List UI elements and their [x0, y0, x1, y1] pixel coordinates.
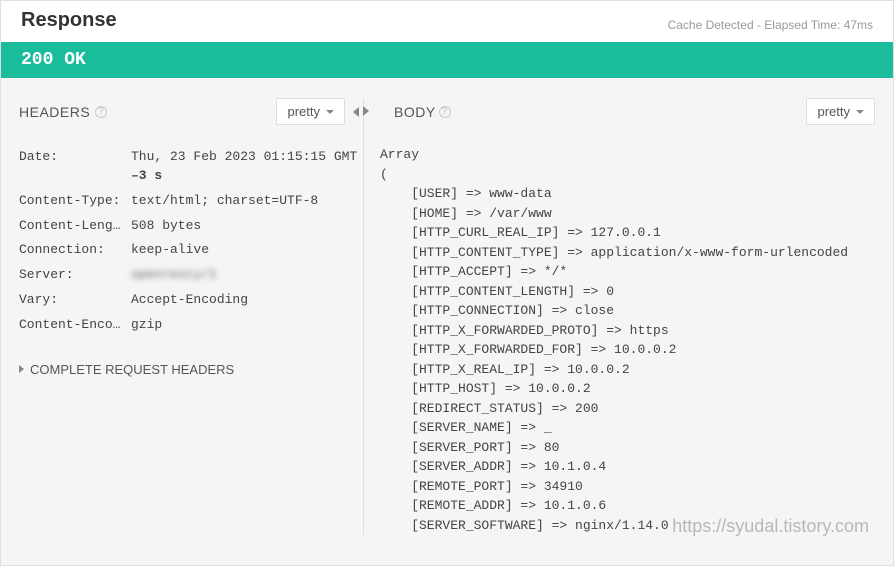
page-title: Response	[21, 9, 117, 32]
header-row: Server:openresty/1	[19, 263, 359, 288]
header-key: Connection:	[19, 241, 131, 260]
header-value: 508 bytes	[131, 217, 359, 236]
collapse-body-icon[interactable]	[363, 106, 369, 116]
body-content: Array ( [USER] => www-data [HOME] => /va…	[380, 145, 875, 535]
top-bar: Response Cache Detected - Elapsed Time: …	[1, 1, 893, 42]
header-row: Content-Leng…508 bytes	[19, 214, 359, 239]
body-format-dropdown[interactable]: pretty	[806, 98, 875, 125]
header-key: Server:	[19, 266, 131, 285]
headers-table: Date:Thu, 23 Feb 2023 01:15:15 GMT –3 sC…	[19, 145, 359, 338]
body-format-label: pretty	[817, 104, 850, 119]
help-icon[interactable]: ?	[95, 106, 107, 118]
header-row: Vary:Accept-Encoding	[19, 288, 359, 313]
headers-format-label: pretty	[287, 104, 320, 119]
complete-request-headers[interactable]: COMPLETE REQUEST HEADERS	[19, 362, 359, 377]
body-title: BODY ?	[394, 104, 451, 120]
header-key: Vary:	[19, 291, 131, 310]
header-value: Thu, 23 Feb 2023 01:15:15 GMT –3 s	[131, 148, 359, 186]
header-key: Content-Type:	[19, 192, 131, 211]
header-row: Connection:keep-alive	[19, 238, 359, 263]
chevron-down-icon	[856, 110, 864, 114]
header-value: text/html; charset=UTF-8	[131, 192, 359, 211]
headers-pane: HEADERS ? pretty Date:Thu, 23 Feb 2023 0…	[19, 98, 359, 535]
headers-format-dropdown[interactable]: pretty	[276, 98, 345, 125]
elapsed-meta: Cache Detected - Elapsed Time: 47ms	[668, 18, 873, 32]
status-bar: 200 OK	[1, 42, 893, 78]
header-value: Accept-Encoding	[131, 291, 359, 310]
help-icon[interactable]: ?	[439, 106, 451, 118]
content-area: HEADERS ? pretty Date:Thu, 23 Feb 2023 0…	[1, 78, 893, 535]
body-title-text: BODY	[394, 104, 436, 120]
header-value: keep-alive	[131, 241, 359, 260]
header-key: Content-Enco…	[19, 316, 131, 335]
collapse-headers-icon[interactable]	[353, 107, 359, 117]
header-key: Content-Leng…	[19, 217, 131, 236]
header-value: gzip	[131, 316, 359, 335]
header-key: Date:	[19, 148, 131, 186]
body-pane: BODY ? pretty Array ( [USER] => www-data…	[363, 98, 875, 535]
expand-icon	[19, 365, 24, 373]
chevron-down-icon	[326, 110, 334, 114]
complete-headers-label: COMPLETE REQUEST HEADERS	[30, 362, 234, 377]
header-row: Content-Enco…gzip	[19, 313, 359, 338]
header-row: Date:Thu, 23 Feb 2023 01:15:15 GMT –3 s	[19, 145, 359, 189]
headers-title-text: HEADERS	[19, 104, 90, 120]
headers-title: HEADERS ?	[19, 104, 107, 120]
header-value: openresty/1	[131, 266, 359, 285]
header-row: Content-Type:text/html; charset=UTF-8	[19, 189, 359, 214]
